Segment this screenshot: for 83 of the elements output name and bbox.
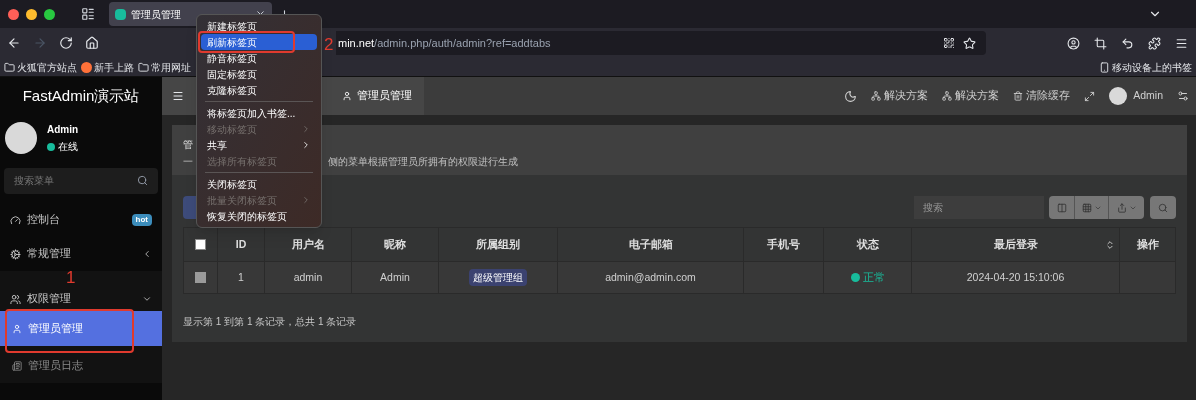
search-icon: [1158, 202, 1168, 213]
sort-icon: [1105, 239, 1115, 250]
hot-badge: hot: [131, 214, 152, 226]
bookmark[interactable]: 火狐官方站点: [4, 59, 77, 75]
sitemap-icon: [871, 91, 882, 101]
menu-item[interactable]: 克隆标签页: [201, 82, 317, 98]
bookmark[interactable]: 新手上路: [81, 59, 134, 75]
crop-icon[interactable]: [1094, 36, 1107, 50]
menu-item[interactable]: 关闭标签页: [201, 176, 317, 192]
menu-item[interactable]: 控制台 hot: [0, 203, 162, 237]
annotation-number: 2: [324, 36, 334, 53]
menu-item[interactable]: 静音标签页: [201, 50, 317, 66]
table-cell: admin@admin.com: [557, 262, 743, 293]
menu-icon[interactable]: [1175, 36, 1188, 50]
site-logo[interactable]: FastAdmin演示站: [22, 84, 140, 108]
search-field[interactable]: 搜索菜单: [4, 167, 158, 194]
user-icon: [342, 91, 352, 101]
toggle-view-button[interactable]: [1049, 196, 1075, 219]
home-icon[interactable]: [85, 36, 99, 50]
bookmark[interactable]: 常用网址: [138, 59, 191, 75]
group-badge: 超级管理组: [469, 269, 527, 286]
table-icon: [1056, 202, 1067, 213]
nav-link[interactable]: 清除缓存: [1013, 88, 1071, 104]
panel-title: 管: [183, 138, 193, 152]
annotation-number: 1: [66, 269, 76, 286]
panel-description: 侧的菜单根据管理员所拥有的权限进行生成: [328, 155, 518, 169]
user-status: 在线: [58, 140, 78, 154]
avatar: [5, 122, 37, 154]
trash-icon: [1013, 91, 1024, 101]
url-field[interactable]: min.net/admin.php/auth/admin?ref=addtabs: [336, 31, 986, 55]
qr-code-icon[interactable]: [943, 37, 955, 49]
star-icon[interactable]: [963, 36, 976, 50]
nav-link[interactable]: 解决方案: [942, 88, 1000, 104]
menu-item[interactable]: 刷新标签页: [201, 34, 317, 50]
chevron-left-icon: [142, 249, 152, 259]
menu-item[interactable]: 权限管理: [0, 287, 162, 311]
favicon-icon: [115, 8, 126, 20]
fullscreen-icon[interactable]: [1084, 90, 1096, 102]
search-icon[interactable]: [137, 175, 148, 186]
export-icon: [1116, 202, 1127, 213]
back-icon[interactable]: [7, 36, 21, 50]
table-cell: admin: [264, 262, 351, 293]
account-icon[interactable]: [1067, 36, 1080, 50]
phone-icon: [1099, 61, 1110, 73]
menu-item-icon: [10, 293, 21, 305]
avatar: [1109, 87, 1128, 105]
chevron-down-icon: [142, 294, 152, 304]
menu-item-icon: [10, 248, 21, 260]
menu-item-icon: [10, 214, 21, 226]
description-fragment: 一: [183, 155, 193, 169]
folder-icon: [4, 61, 15, 73]
checkbox[interactable]: [195, 272, 206, 283]
table-cell: 1: [217, 262, 264, 293]
menu-item[interactable]: 常规管理: [0, 237, 162, 271]
submenu-item-icon: [12, 323, 22, 334]
folder-icon: [138, 61, 149, 73]
reload-icon[interactable]: [59, 36, 73, 50]
checkbox[interactable]: [195, 239, 206, 250]
menu-item[interactable]: 将标签页加入书签...: [201, 105, 317, 121]
submenu-item-icon: [12, 360, 22, 371]
tab-list-icon[interactable]: [81, 7, 95, 21]
submenu-item[interactable]: 管理员日志: [0, 348, 162, 383]
menu-icon[interactable]: [172, 90, 184, 102]
page-tab[interactable]: 管理员管理: [330, 77, 424, 115]
table-cell: 2024-04-20 15:10:06: [911, 262, 1119, 293]
menu-item[interactable]: 固定标签页: [201, 66, 317, 82]
user-name: Admin: [47, 123, 79, 137]
firefox-logo-icon: [81, 61, 92, 73]
status-text: 正常: [862, 269, 885, 285]
search-field[interactable]: 搜索: [914, 196, 1044, 219]
pagination-info: 显示第 1 到第 1 条记录，总共 1 条记录: [183, 316, 357, 327]
grid-icon: [1081, 202, 1092, 213]
submenu-item[interactable]: 管理员管理: [0, 311, 162, 346]
undo-icon[interactable]: [1121, 36, 1134, 50]
extensions-icon[interactable]: [1148, 36, 1161, 50]
user-menu[interactable]: Admin: [1109, 87, 1163, 105]
moon-icon[interactable]: [844, 89, 858, 103]
bookmark[interactable]: 移动设备上的书签: [1099, 59, 1192, 75]
table-cell: Admin: [351, 262, 438, 293]
sitemap-icon: [942, 91, 953, 101]
menu-item[interactable]: 共享: [201, 137, 317, 153]
menu-item[interactable]: 恢复关闭的标签页: [201, 208, 317, 224]
nav-link[interactable]: 解决方案: [871, 88, 929, 104]
